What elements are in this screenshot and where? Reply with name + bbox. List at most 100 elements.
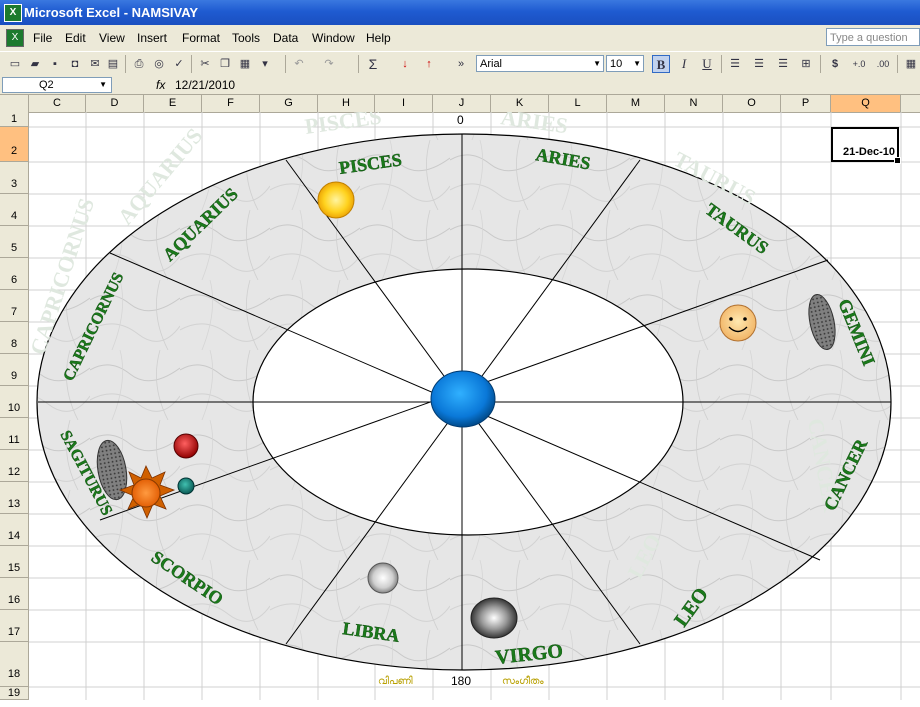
cut-icon[interactable]: ✂ <box>196 55 214 73</box>
underline-button[interactable]: U <box>698 55 716 73</box>
fill-handle[interactable] <box>894 157 901 164</box>
menu-edit[interactable]: Edit <box>65 31 86 45</box>
cell-j18[interactable]: 180 <box>451 674 471 688</box>
menu-help[interactable]: Help <box>366 31 391 45</box>
open-icon[interactable]: ▰ <box>26 55 44 73</box>
sort-ascending-icon[interactable]: ↓ <box>396 55 414 73</box>
chevron-down-icon[interactable]: ▼ <box>99 78 107 92</box>
toolbar-options-icon[interactable]: » <box>452 55 470 73</box>
column-header[interactable]: P <box>781 95 831 112</box>
worksheet-grid[interactable]: PISCES ARIES TAURUS AQUARIUS CAPRICORNUS… <box>29 112 920 700</box>
format-painter-icon[interactable]: ▾ <box>256 55 274 73</box>
toolbar-separator <box>191 55 192 73</box>
font-size-value: 10 <box>610 58 623 70</box>
italic-button[interactable]: I <box>675 55 693 73</box>
select-all-corner[interactable] <box>0 95 29 112</box>
new-icon[interactable]: ▭ <box>6 55 24 73</box>
bold-button[interactable]: B <box>652 55 670 73</box>
menu-data[interactable]: Data <box>273 31 298 45</box>
increase-decimal-icon[interactable]: +.0 <box>850 55 868 73</box>
save-icon[interactable]: ▪ <box>46 55 64 73</box>
preview-icon[interactable]: ◎ <box>150 55 168 73</box>
svg-text:ARIES: ARIES <box>499 112 569 138</box>
paste-icon[interactable]: ▦ <box>236 55 254 73</box>
cell-j1[interactable]: 0 <box>457 113 464 127</box>
row-header[interactable]: 18 <box>0 642 28 687</box>
chevron-down-icon[interactable]: ▼ <box>593 56 601 72</box>
row-header[interactable]: 6 <box>0 258 28 290</box>
row-header[interactable]: 13 <box>0 482 28 514</box>
window-title: Microsoft Excel - NAMSIVAY <box>24 5 199 20</box>
autosum-button[interactable]: Σ <box>364 55 382 73</box>
row-header[interactable]: 1 <box>0 112 28 127</box>
column-header[interactable]: F <box>202 95 260 112</box>
spelling-icon[interactable]: ✓ <box>170 55 188 73</box>
row-header[interactable]: 11 <box>0 418 28 450</box>
row-header[interactable]: 3 <box>0 162 28 194</box>
column-header[interactable]: J <box>433 95 491 112</box>
toolbar-separator <box>285 55 286 73</box>
email-icon[interactable]: ✉ <box>86 55 104 73</box>
permission-icon[interactable]: ◘ <box>66 55 84 73</box>
menu-window[interactable]: Window <box>312 31 355 45</box>
menu-tools[interactable]: Tools <box>232 31 260 45</box>
row-header[interactable]: 5 <box>0 226 28 258</box>
menu-insert[interactable]: Insert <box>137 31 167 45</box>
row-header[interactable]: 19 <box>0 687 28 700</box>
selected-cell-q2[interactable]: 21-Dec-10 <box>831 127 901 164</box>
row-header[interactable]: 16 <box>0 578 28 610</box>
menu-file[interactable]: File <box>33 31 52 45</box>
column-header[interactable]: G <box>260 95 318 112</box>
row-header[interactable]: 7 <box>0 290 28 322</box>
font-size-select[interactable]: 10 ▼ <box>606 55 644 72</box>
column-header[interactable]: E <box>144 95 202 112</box>
menu-bar: X File Edit View Insert Format Tools Dat… <box>0 25 920 62</box>
row-header[interactable]: 9 <box>0 354 28 386</box>
row-header[interactable]: 14 <box>0 514 28 546</box>
cell-k18[interactable]: സംഗീതം <box>502 676 544 687</box>
column-header[interactable]: O <box>723 95 781 112</box>
column-header[interactable]: H <box>318 95 375 112</box>
align-left-icon[interactable]: ☰ <box>726 55 744 73</box>
insert-function-icon[interactable]: fx <box>156 78 165 92</box>
print-preview-icon[interactable]: ▤ <box>104 55 122 73</box>
ask-question-input[interactable]: Type a question for <box>826 28 920 62</box>
menu-view[interactable]: View <box>99 31 125 45</box>
toolbar-separator <box>721 55 722 73</box>
currency-button[interactable]: $ <box>826 55 844 73</box>
row-header[interactable]: 15 <box>0 546 28 578</box>
formula-input[interactable]: 12/21/2010 <box>175 78 235 92</box>
column-header[interactable]: N <box>665 95 723 112</box>
column-header[interactable]: I <box>375 95 433 112</box>
copy-icon[interactable]: ❐ <box>216 55 234 73</box>
print-icon[interactable]: ⎙ <box>130 55 148 73</box>
cell-i18[interactable]: വിപണി <box>378 676 413 687</box>
align-center-icon[interactable]: ☰ <box>750 55 768 73</box>
undo-icon[interactable]: ↶ <box>290 55 308 73</box>
column-header[interactable]: L <box>549 95 607 112</box>
row-header[interactable]: 8 <box>0 322 28 354</box>
row-header[interactable]: 17 <box>0 610 28 642</box>
column-header-active[interactable]: Q <box>831 95 901 112</box>
row-header-active[interactable]: 2 <box>0 127 28 162</box>
merge-center-icon[interactable]: ⊞ <box>797 55 815 73</box>
excel-app-icon[interactable]: X <box>4 4 22 22</box>
row-header[interactable]: 10 <box>0 386 28 418</box>
chevron-down-icon[interactable]: ▼ <box>633 56 641 72</box>
redo-icon[interactable]: ↷ <box>320 55 338 73</box>
column-header[interactable]: K <box>491 95 549 112</box>
sort-descending-icon[interactable]: ↑ <box>420 55 438 73</box>
font-name-select[interactable]: Arial ▼ <box>476 55 604 72</box>
borders-icon[interactable]: ▦ <box>902 55 920 73</box>
align-right-icon[interactable]: ☰ <box>774 55 792 73</box>
menu-format[interactable]: Format <box>182 31 220 45</box>
row-header[interactable]: 12 <box>0 450 28 482</box>
column-header[interactable]: M <box>607 95 665 112</box>
column-header[interactable]: C <box>29 95 86 112</box>
decrease-decimal-icon[interactable]: .00 <box>874 55 892 73</box>
column-header[interactable]: D <box>86 95 144 112</box>
row-header[interactable]: 4 <box>0 194 28 226</box>
workbook-icon[interactable]: X <box>6 29 24 47</box>
toolbar-separator <box>125 55 126 73</box>
name-box[interactable]: Q2 ▼ <box>2 77 112 93</box>
